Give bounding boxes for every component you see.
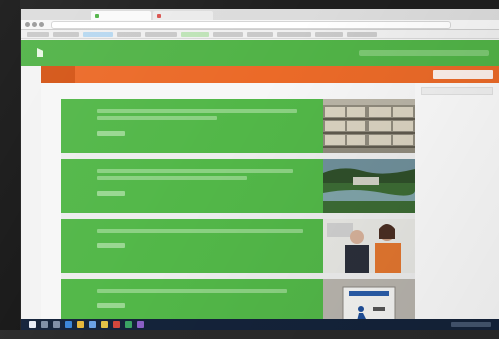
browser-tab-active[interactable] xyxy=(91,11,151,20)
article-title-line xyxy=(97,229,303,233)
bookmark-item[interactable] xyxy=(53,32,79,37)
bookmark-item[interactable] xyxy=(145,32,177,37)
edge-icon[interactable] xyxy=(65,321,72,328)
system-tray[interactable] xyxy=(451,322,491,327)
app-icon[interactable] xyxy=(137,321,144,328)
bookmark-item[interactable] xyxy=(27,32,49,37)
address-bar xyxy=(21,20,499,30)
article-title-line xyxy=(97,116,217,120)
back-icon[interactable] xyxy=(25,22,30,27)
article-thumbnail-people[interactable] xyxy=(323,219,415,273)
article-title-line xyxy=(97,109,297,113)
article-date xyxy=(67,105,87,131)
two-people-image xyxy=(323,219,415,273)
river-landscape-image xyxy=(323,159,415,213)
article-card[interactable] xyxy=(61,159,323,213)
logo-icon[interactable] xyxy=(37,48,43,57)
browser-tab[interactable] xyxy=(153,11,213,20)
nav-item-schwerpunkte[interactable] xyxy=(205,66,263,83)
article-title-line xyxy=(97,176,247,180)
article-card[interactable] xyxy=(61,219,323,273)
nav-item-plan[interactable] xyxy=(327,66,359,83)
sidebar xyxy=(415,83,499,331)
monitor-bezel-bottom xyxy=(0,330,499,339)
nav-item-veranstaltungen[interactable] xyxy=(267,66,323,83)
nav-item-aktuelles[interactable] xyxy=(145,66,201,83)
app-icon[interactable] xyxy=(113,321,120,328)
favicon-icon xyxy=(157,14,161,18)
article-date xyxy=(67,225,87,251)
browser-tabbar xyxy=(21,9,499,20)
sidebar-widget xyxy=(421,87,493,95)
nav-item-buergerhaushalt[interactable] xyxy=(77,66,141,83)
explorer-icon[interactable] xyxy=(77,321,84,328)
article-card[interactable] xyxy=(61,99,323,153)
article-title-line xyxy=(97,289,287,293)
search-input[interactable] xyxy=(433,70,493,79)
monitor-bezel-left xyxy=(0,0,20,339)
main-navigation xyxy=(41,66,499,83)
nav-item-start[interactable] xyxy=(41,66,75,83)
app-icon[interactable] xyxy=(125,321,132,328)
read-more-link[interactable] xyxy=(97,243,125,248)
store-icon[interactable] xyxy=(89,321,96,328)
bookmark-item[interactable] xyxy=(213,32,243,37)
bookmark-item[interactable] xyxy=(315,32,343,37)
url-input[interactable] xyxy=(51,21,451,29)
bookmark-item[interactable] xyxy=(347,32,377,37)
bookmarks-bar xyxy=(21,30,499,39)
bookmark-item[interactable] xyxy=(247,32,273,37)
main-content xyxy=(41,83,499,331)
article-thumbnail-landscape[interactable] xyxy=(323,159,415,213)
read-more-link[interactable] xyxy=(97,131,125,136)
search-icon[interactable] xyxy=(41,321,48,328)
article-thumbnail-archive[interactable] xyxy=(323,99,415,153)
reload-icon[interactable] xyxy=(39,22,44,27)
bookmark-item[interactable] xyxy=(117,32,141,37)
read-more-link[interactable] xyxy=(97,191,125,196)
article-title-line xyxy=(97,169,293,173)
bookmark-item[interactable] xyxy=(277,32,311,37)
read-more-link[interactable] xyxy=(97,303,125,308)
task-view-icon[interactable] xyxy=(53,321,60,328)
header-tagline xyxy=(359,50,489,56)
photo-frame xyxy=(0,0,499,339)
screen xyxy=(21,9,499,331)
archive-shelves-image xyxy=(323,99,415,153)
chrome-icon[interactable] xyxy=(101,321,108,328)
bookmark-item[interactable] xyxy=(181,32,209,37)
article-date xyxy=(67,285,87,311)
bookmark-item[interactable] xyxy=(83,32,113,37)
windows-start-icon[interactable] xyxy=(29,321,36,328)
forward-icon[interactable] xyxy=(32,22,37,27)
favicon-icon xyxy=(95,14,99,18)
site-header xyxy=(21,40,499,66)
article-date xyxy=(67,165,87,191)
nav-item-kontakt[interactable] xyxy=(361,66,391,83)
